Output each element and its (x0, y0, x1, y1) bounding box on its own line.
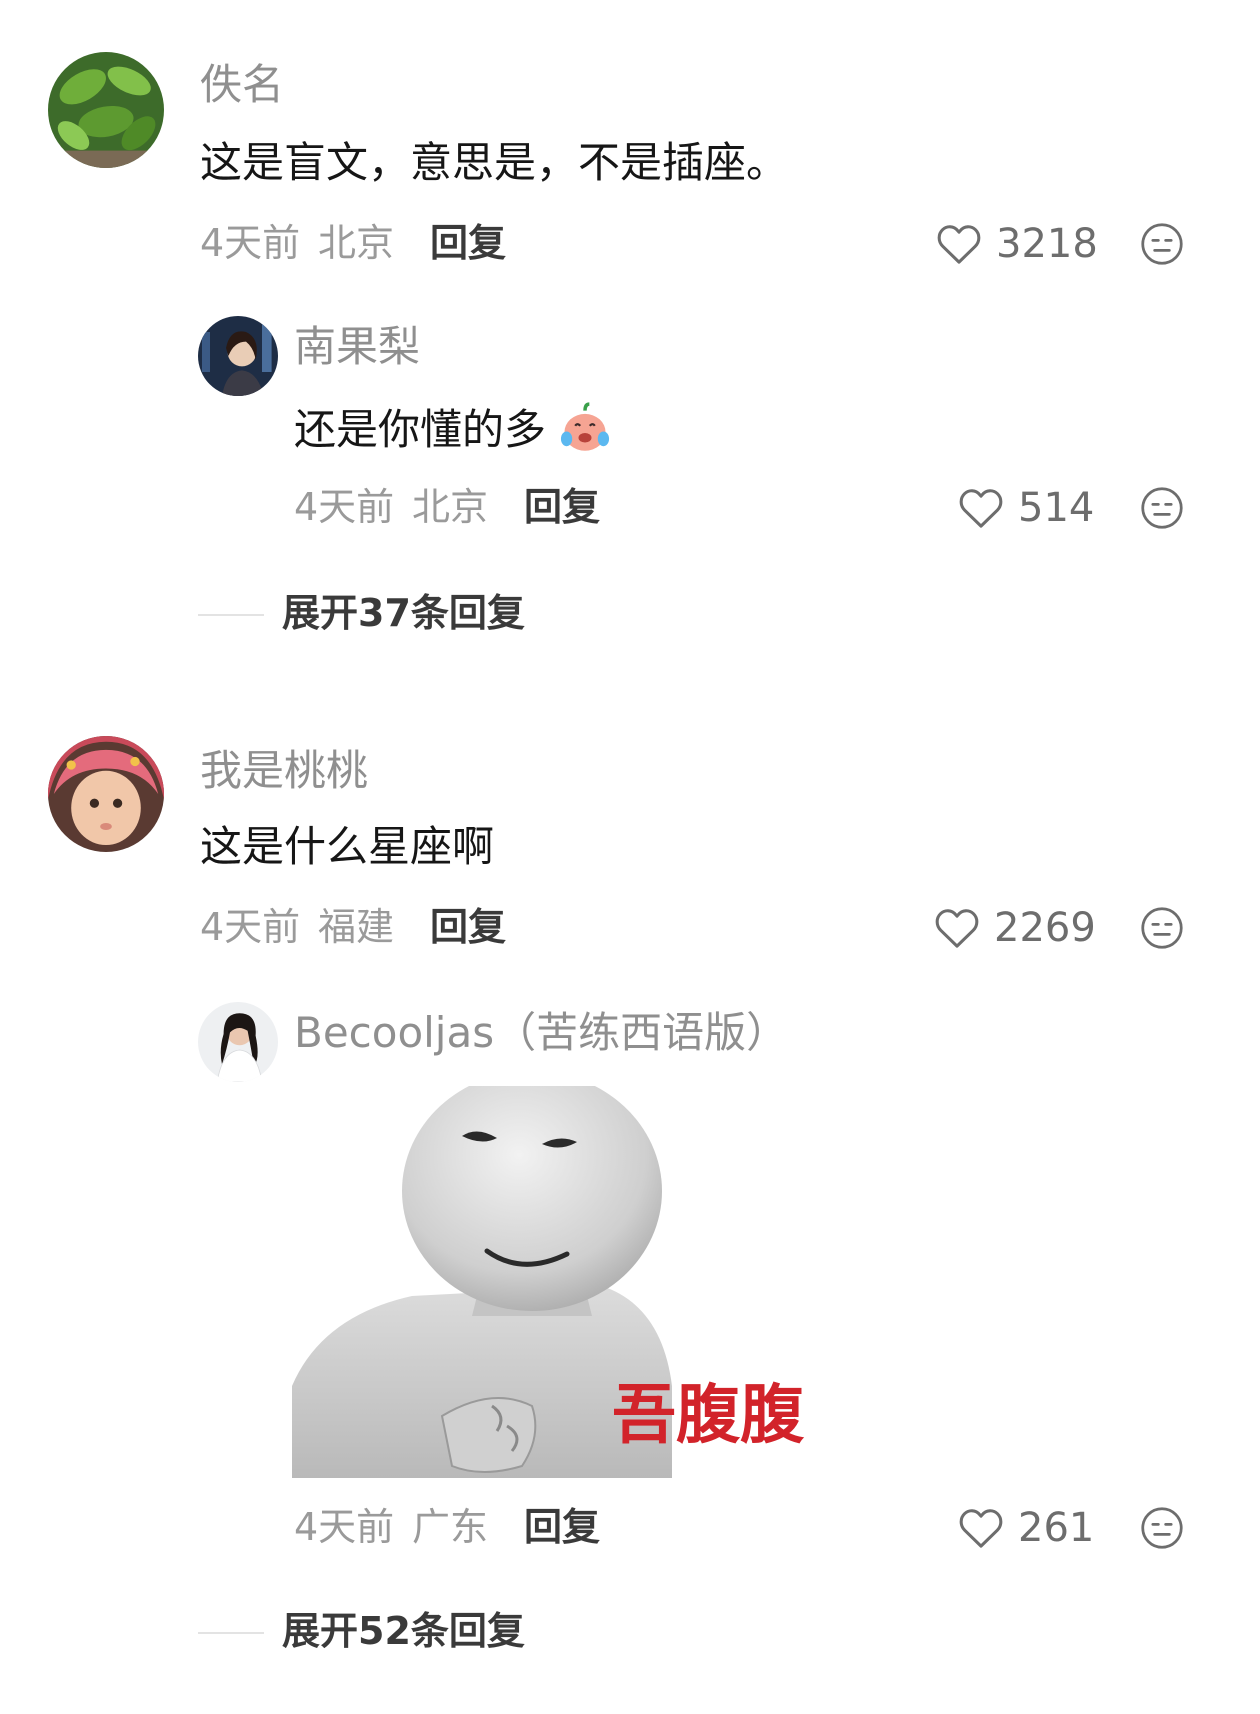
reply-location: 广东 (412, 1505, 489, 1549)
comment-location: 北京 (318, 221, 395, 265)
comment-author[interactable]: 佚名 (200, 64, 284, 106)
reply-text-content: 还是你懂的多 (294, 405, 547, 454)
dislike-face-icon[interactable] (1140, 486, 1184, 530)
reply-button[interactable]: 回复 (430, 224, 506, 262)
dislike-face-icon[interactable] (1140, 1506, 1184, 1550)
expand-replies-button[interactable]: 展开37条回复 (282, 594, 525, 632)
baby-headscarf-avatar[interactable] (48, 736, 164, 852)
reply-time: 4天前 (294, 485, 395, 529)
dislike-face-icon[interactable] (1140, 906, 1184, 950)
comment-time: 4天前 (200, 905, 301, 949)
dislike-face-icon[interactable] (1140, 222, 1184, 266)
heart-icon[interactable] (958, 1507, 1004, 1549)
sticker-caption: 吾腹腹 (612, 1379, 804, 1453)
comment-time: 4天前 (200, 221, 301, 265)
reply-button[interactable]: 回复 (524, 1508, 600, 1546)
like-count: 3218 (996, 221, 1098, 267)
like-count: 2269 (994, 905, 1096, 951)
comment-author[interactable]: 我是桃桃 (200, 750, 368, 792)
woman-city-night-avatar[interactable] (198, 316, 278, 396)
reply-author[interactable]: 南果梨 (294, 326, 420, 368)
woman-white-dress-avatar[interactable] (198, 1002, 278, 1082)
heart-icon[interactable] (936, 223, 982, 265)
comment-location: 福建 (318, 905, 395, 949)
sticker-image[interactable]: 吾腹腹 (292, 1086, 812, 1478)
heart-icon[interactable] (934, 907, 980, 949)
comment-text: 这是什么星座啊 (200, 822, 495, 871)
like-count: 261 (1018, 1505, 1095, 1551)
expand-replies-button[interactable]: 展开52条回复 (282, 1612, 525, 1650)
reply-location: 北京 (412, 485, 489, 529)
reply-button[interactable]: 回复 (524, 488, 600, 526)
heart-icon[interactable] (958, 487, 1004, 529)
plant-leaf-avatar[interactable] (48, 52, 164, 168)
like-count: 514 (1018, 485, 1095, 531)
crying-laughing-emoji (561, 402, 610, 451)
reply-text: 还是你懂的多 (294, 402, 611, 454)
reply-button[interactable]: 回复 (430, 908, 506, 946)
expand-divider (198, 614, 264, 616)
reply-author[interactable]: Becooljas（苦练西语版） (294, 1012, 788, 1054)
comment-text: 这是盲文，意思是，不是插座。 (200, 138, 789, 187)
expand-divider (198, 1632, 264, 1634)
reply-time: 4天前 (294, 1505, 395, 1549)
